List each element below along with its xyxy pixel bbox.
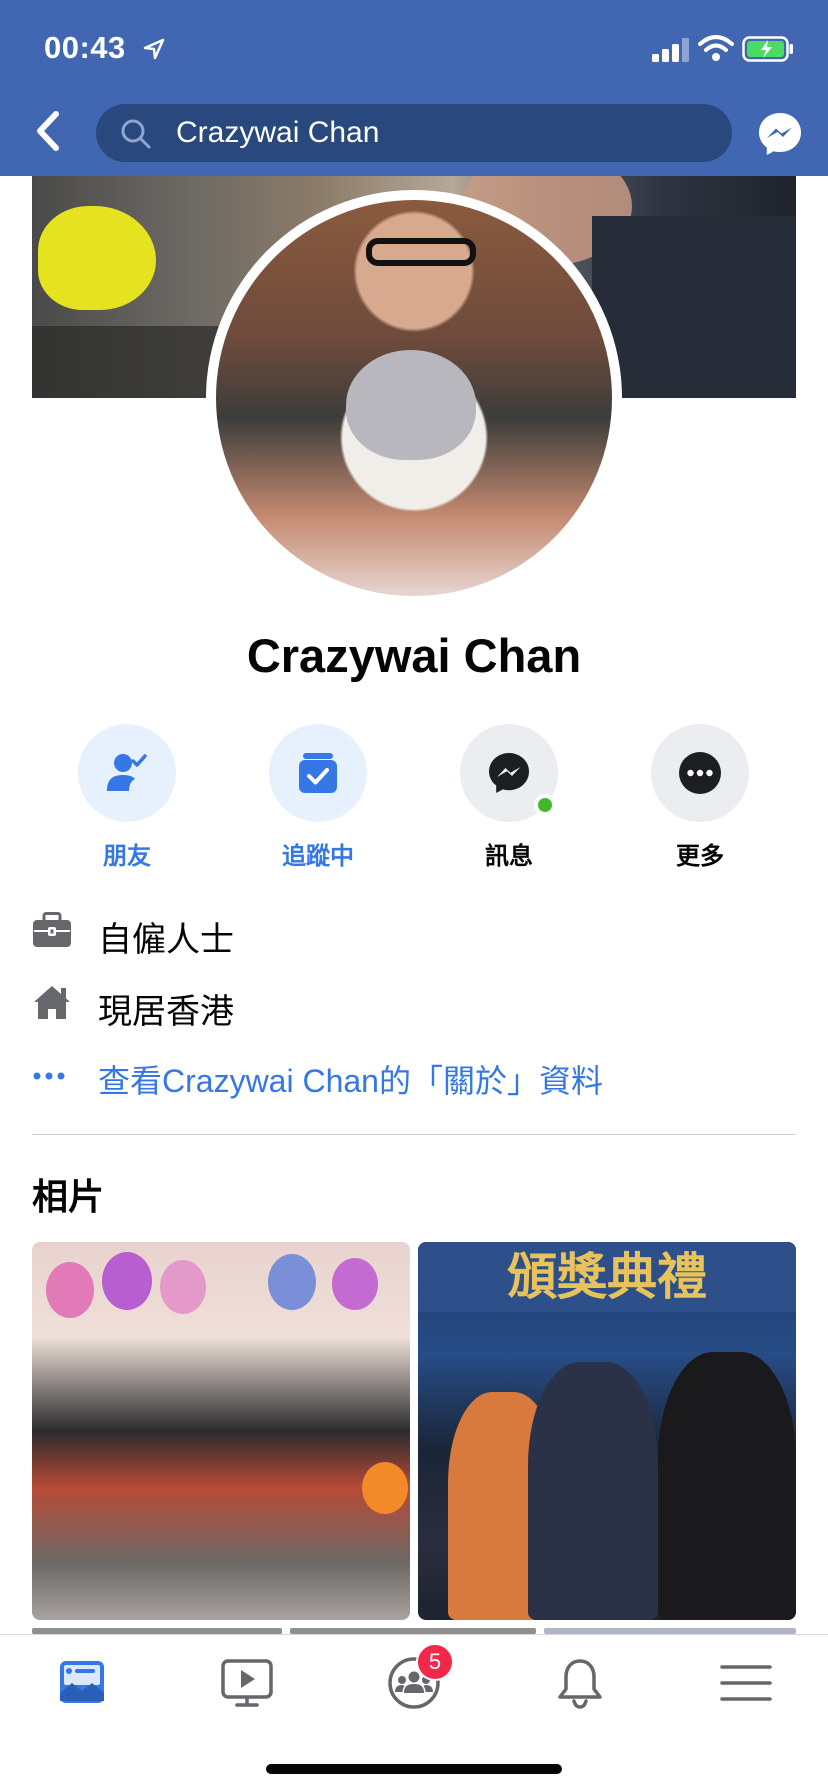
cover-photo-detail (592, 216, 796, 398)
photo-detail (102, 1252, 152, 1310)
search-query-text: Crazywai Chan (176, 116, 380, 149)
photo-detail (268, 1254, 316, 1310)
messenger-icon[interactable] (756, 110, 804, 158)
search-input[interactable]: Crazywai Chan (96, 104, 732, 162)
cover-photo-detail (32, 326, 232, 398)
location-arrow-icon (143, 38, 165, 60)
photo-detail (332, 1258, 378, 1310)
photo-banner-text: 頒獎典禮 (418, 1242, 796, 1312)
groups-notification-badge: 5 (416, 1643, 454, 1681)
more-dots-icon (679, 752, 721, 794)
section-divider (32, 1134, 796, 1135)
photos-section-title: 相片 (32, 1176, 105, 1217)
following-check-icon (299, 753, 337, 793)
top-navigation-bar: 00:43 Crazywai Chan (0, 0, 828, 176)
wifi-icon (698, 35, 734, 61)
photo-detail (658, 1352, 796, 1620)
cover-photo-detail (38, 206, 156, 310)
house-icon (34, 986, 70, 1019)
home-indicator[interactable] (266, 1764, 562, 1774)
photo-detail (160, 1260, 206, 1314)
friend-check-icon (107, 754, 147, 791)
profile-picture (216, 200, 612, 596)
following-button-circle (269, 724, 367, 822)
tab-watch[interactable] (219, 1655, 275, 1711)
ellipsis-icon (33, 1072, 65, 1080)
avatar-detail (346, 350, 476, 460)
news-feed-icon (60, 1661, 104, 1703)
more-button[interactable]: 更多 (640, 724, 760, 871)
search-icon (121, 119, 151, 149)
briefcase-icon (33, 912, 71, 947)
following-label: 追蹤中 (282, 843, 354, 870)
profile-name: Crazywai Chan (246, 629, 582, 682)
friends-label: 朋友 (103, 843, 151, 870)
more-label: 更多 (676, 843, 724, 870)
location-text: 現居香港 (98, 993, 234, 1031)
message-button-circle (460, 724, 558, 822)
friends-button[interactable]: 朋友 (67, 724, 187, 871)
work-text: 自僱人士 (98, 921, 234, 959)
online-status-dot (534, 794, 556, 816)
photo-detail (46, 1262, 94, 1318)
photo-thumbnail[interactable] (32, 1242, 410, 1620)
profile-avatar[interactable] (206, 190, 622, 606)
battery-charging-icon (742, 36, 793, 62)
photo-detail (362, 1462, 408, 1514)
photo-detail (528, 1362, 658, 1620)
tab-notifications[interactable] (552, 1655, 608, 1711)
tab-news-feed[interactable] (54, 1655, 110, 1711)
message-label: 訊息 (485, 843, 533, 870)
messenger-icon (489, 753, 529, 793)
more-button-circle (651, 724, 749, 822)
hamburger-menu-icon (720, 1665, 772, 1701)
watch-video-icon (221, 1659, 273, 1707)
message-button[interactable]: 訊息 (449, 724, 569, 871)
about-link[interactable]: 查看Crazywai Chan的「關於」資料 (98, 1056, 603, 1102)
following-button[interactable]: 追蹤中 (258, 724, 378, 871)
friends-button-circle (78, 724, 176, 822)
tab-menu[interactable] (718, 1655, 774, 1711)
photo-thumbnail[interactable]: 頒獎典禮 (418, 1242, 796, 1620)
status-time: 00:43 (44, 30, 126, 65)
notifications-bell-icon (558, 1659, 602, 1709)
avatar-detail (366, 238, 476, 266)
cellular-signal-icon (652, 38, 689, 62)
back-chevron-icon[interactable] (30, 108, 66, 154)
